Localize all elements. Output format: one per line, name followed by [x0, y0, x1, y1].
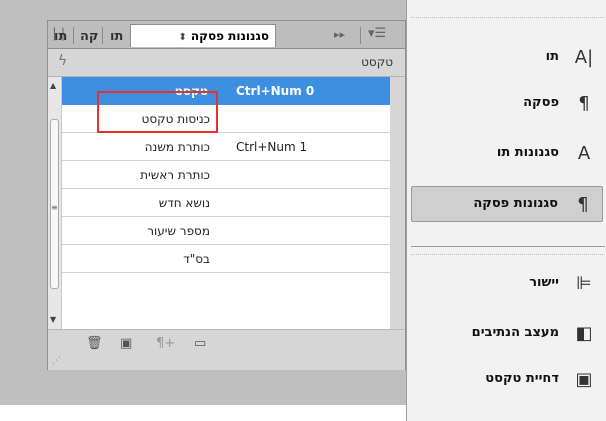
menu-item-align[interactable]: ⊫ יישור	[407, 266, 606, 302]
current-style-label: טקסט	[361, 55, 393, 69]
scroll-grip-icon: ≡	[51, 203, 58, 212]
menu-item-label: יישור	[529, 275, 559, 290]
resize-grip-icon[interactable]: ⋰	[52, 356, 61, 366]
menu-item-label: פסקה	[523, 95, 559, 110]
list-right-edge	[390, 77, 405, 329]
style-row-new-topic[interactable]: נושא חדש	[48, 189, 390, 217]
panels-dock-menu: A| תו ¶ פסקה A סגנונות תו ¶ סגנונות פסקה…	[406, 0, 606, 421]
character-styles-icon: A	[577, 143, 591, 164]
list-scrollbar[interactable]: ▲ ≡ ▼	[48, 77, 62, 329]
style-shortcut: Ctrl+Num 0	[236, 84, 315, 98]
folder-icon[interactable]: ▭	[194, 336, 206, 351]
paragraph-styles-panel-area: ▏▏ תו קה תו סגנונות פסקה⬍ ▸▸ ▾☰ ϟ טקסט ט…	[0, 0, 406, 421]
style-name: טקסט	[174, 84, 208, 98]
style-row-main-title[interactable]: כותרת ראשית	[48, 161, 390, 189]
tab-spinner-icon: ⬍	[178, 32, 187, 43]
panel-bottom-bar: ⋰ 🗑 ▣ ¶+ ▭	[48, 329, 405, 370]
menu-item-label: מעצב הנתיבים	[471, 325, 559, 340]
menu-item-text-wrap[interactable]: ▣ דחיית טקסט	[407, 362, 606, 398]
menu-item-paragraph[interactable]: ¶ פסקה	[407, 86, 606, 122]
style-row-text[interactable]: טקסט Ctrl+Num 0	[48, 77, 390, 105]
scroll-down-icon[interactable]: ▼	[50, 315, 56, 324]
style-row-subtitle[interactable]: כותרת משנה Ctrl+Num 1	[48, 133, 390, 161]
lightning-icon[interactable]: ϟ	[58, 53, 67, 69]
tab-separator	[360, 27, 361, 44]
current-style-bar: ϟ טקסט	[48, 49, 405, 77]
menu-top-divider	[411, 17, 605, 18]
character-A-icon: A|	[574, 47, 594, 68]
scroll-up-icon[interactable]: ▲	[50, 81, 56, 90]
tab-char-4[interactable]: תו	[54, 25, 67, 48]
menu-item-label: סגנונות תו	[496, 145, 559, 160]
menu-item-paragraph-styles[interactable]: ¶ סגנונות פסקה	[411, 186, 603, 222]
tab-separator	[102, 27, 103, 44]
double-chevron-icon[interactable]: ▸▸	[334, 28, 345, 41]
tab-character[interactable]: תו	[110, 25, 123, 48]
panel-tab-bar: ▏▏ תו קה תו סגנונות פסקה⬍ ▸▸ ▾☰	[48, 21, 405, 49]
tab-paragraph-styles[interactable]: סגנונות פסקה⬍	[130, 24, 276, 47]
pilcrow-icon: ¶	[578, 93, 590, 114]
menu-dotted-divider	[411, 254, 605, 255]
menu-item-character-styles[interactable]: A סגנונות תו	[407, 136, 606, 172]
style-row-bsd[interactable]: בס"ד	[48, 245, 390, 273]
paragraph-styles-icon: ¶	[577, 194, 589, 215]
tab-paragraph-short[interactable]: קה	[80, 25, 99, 48]
style-row-lesson-number[interactable]: מספר שיעור	[48, 217, 390, 245]
pathfinder-icon: ◧	[575, 323, 593, 344]
style-name: נושא חדש	[158, 196, 210, 210]
menu-item-pathfinder[interactable]: ◧ מעצב הנתיבים	[407, 316, 606, 352]
align-icon: ⊫	[576, 273, 592, 294]
menu-item-character[interactable]: A| תו	[407, 40, 606, 76]
menu-item-label: תו	[545, 49, 559, 64]
style-name: כותרת משנה	[144, 140, 210, 154]
style-name: כותרת ראשית	[140, 168, 210, 182]
text-wrap-icon: ▣	[575, 369, 593, 390]
trash-icon[interactable]: 🗑	[86, 336, 103, 351]
panel-menu-icon[interactable]: ▾☰	[368, 26, 386, 41]
menu-item-label: סגנונות פסקה	[473, 196, 558, 211]
style-name: בס"ד	[183, 252, 210, 266]
style-shortcut: Ctrl+Num 1	[236, 140, 308, 154]
tab-separator	[73, 27, 74, 44]
style-row-text-indents[interactable]: כניסות טקסט	[48, 105, 390, 133]
menu-divider	[411, 246, 605, 247]
menu-item-label: דחיית טקסט	[485, 371, 559, 386]
new-style-icon[interactable]: ▣	[120, 336, 132, 351]
style-name: כניסות טקסט	[141, 112, 210, 126]
paragraph-styles-panel: ▏▏ תו קה תו סגנונות פסקה⬍ ▸▸ ▾☰ ϟ טקסט ט…	[47, 20, 406, 370]
tab-paragraph-styles-label: סגנונות פסקה	[190, 29, 269, 43]
style-name: מספר שיעור	[147, 224, 210, 238]
style-list: טקסט Ctrl+Num 0 כניסות טקסט כותרת משנה C…	[48, 77, 390, 329]
clear-overrides-icon[interactable]: ¶+	[156, 336, 175, 351]
